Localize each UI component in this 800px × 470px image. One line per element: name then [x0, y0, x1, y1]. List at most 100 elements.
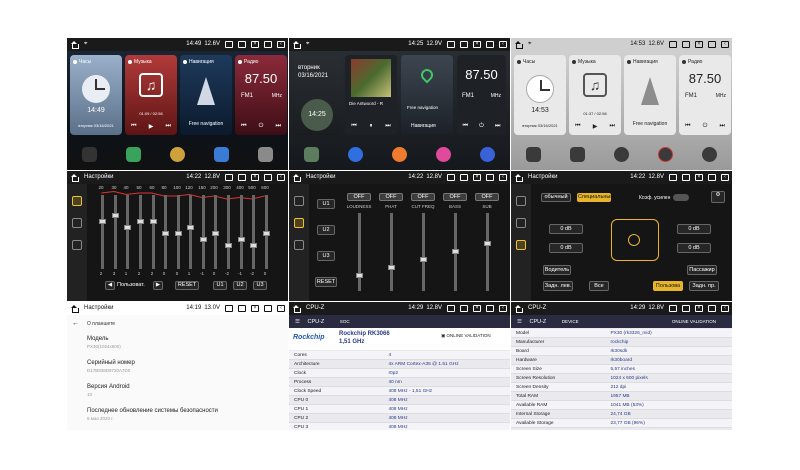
close-icon[interactable]: × — [251, 305, 259, 312]
next-icon[interactable]: ⏭ — [385, 123, 390, 130]
camera-icon[interactable] — [669, 305, 677, 312]
effect-slider[interactable] — [484, 213, 491, 291]
close-icon[interactable]: × — [473, 305, 481, 312]
balance-point-icon[interactable] — [628, 234, 640, 246]
volume-icon[interactable] — [460, 305, 468, 312]
back-arrow-icon[interactable]: ← — [72, 320, 79, 327]
preset-u2-button[interactable]: U2 — [233, 281, 247, 290]
effect-toggle-button[interactable]: OFF — [379, 193, 403, 201]
tab-device[interactable]: DEVICE — [562, 319, 579, 324]
volume-icon[interactable] — [682, 305, 690, 312]
eq-slider[interactable] — [124, 195, 131, 269]
back-icon[interactable]: ‹ — [499, 174, 507, 181]
reset-button[interactable]: RESET — [315, 277, 337, 287]
home-icon[interactable] — [292, 173, 301, 182]
music-card[interactable]: Музыка ♫ 01:09 / 02:56 ⏮ ▶ ⏭ — [125, 55, 177, 135]
equalizer-tab-icon[interactable] — [294, 196, 304, 206]
prev-icon[interactable]: ⏮ — [131, 123, 136, 130]
video-app-icon[interactable] — [391, 146, 407, 162]
play-icon[interactable]: ▶ — [593, 123, 598, 130]
back-icon[interactable]: ‹ — [277, 305, 285, 312]
about-item[interactable]: Модель PX30(1024x600) — [87, 336, 121, 349]
front-left-gain[interactable]: 0 dB — [549, 224, 583, 234]
effect-slider-knob[interactable] — [452, 249, 459, 254]
effect-toggle-button[interactable]: OFF — [475, 193, 499, 201]
window-icon[interactable] — [486, 305, 494, 312]
eq-slider[interactable] — [250, 195, 257, 269]
volume-icon[interactable] — [238, 305, 246, 312]
music-card[interactable]: Die Antwoord - R ⏮ ⏸ ⏭ — [345, 55, 397, 135]
close-icon[interactable]: × — [695, 41, 703, 48]
home-icon[interactable] — [514, 173, 523, 182]
eq-slider-knob[interactable] — [187, 225, 194, 230]
eq-slider-knob[interactable] — [150, 219, 157, 224]
settings-app-icon[interactable] — [258, 146, 274, 162]
eq-slider-knob[interactable] — [250, 243, 257, 248]
reset-button[interactable]: RESET — [175, 281, 199, 290]
eq-slider-knob[interactable] — [99, 219, 106, 224]
effect-slider[interactable] — [452, 213, 459, 291]
bluetooth-app-icon[interactable] — [347, 146, 363, 162]
navigation-card[interactable]: Free navigation Навигация — [401, 55, 453, 135]
prev-icon[interactable]: ⏮ — [685, 123, 690, 130]
window-icon[interactable] — [708, 174, 716, 181]
camera-icon[interactable] — [225, 305, 233, 312]
tab-soc[interactable]: SOC — [340, 319, 350, 324]
driver-seat-button[interactable]: Водитель — [543, 265, 571, 275]
effect-slider-knob[interactable] — [420, 257, 427, 262]
navigation-card[interactable]: Навигация Free navigation — [624, 55, 676, 135]
preset-u3-button[interactable]: U3 — [253, 281, 267, 290]
eq-slider-bank[interactable]: 20 2 30 3 40 1 50 2 60 2 80 0 100 0 120 1 150 -1 200 0 300 -2… — [95, 185, 271, 285]
radio-card[interactable]: Радио 87.50 FM1 MHz ⏮ ⏻ ⏭ — [235, 55, 287, 135]
volume-icon[interactable] — [460, 41, 468, 48]
volume-icon[interactable] — [682, 41, 690, 48]
effect-toggle-button[interactable]: OFF — [411, 193, 435, 201]
video-app-icon[interactable] — [169, 146, 185, 162]
home-icon[interactable] — [292, 40, 301, 49]
home-icon[interactable] — [514, 304, 523, 313]
window-icon[interactable] — [486, 174, 494, 181]
next-icon[interactable]: ⏭ — [276, 123, 281, 130]
window-icon[interactable] — [264, 174, 272, 181]
eq-slider-knob[interactable] — [137, 219, 144, 224]
effect-slider[interactable] — [388, 213, 395, 291]
effect-slider-knob[interactable] — [388, 265, 395, 270]
menu-icon[interactable]: ☰ — [517, 319, 522, 325]
eq-slider-knob[interactable] — [112, 213, 119, 218]
clock-card[interactable]: вторник 03/16/2021 14:25 — [293, 55, 341, 135]
close-icon[interactable]: × — [251, 41, 259, 48]
clock-card[interactable]: Часы 14:53 вторник 03/16/2021 — [514, 55, 566, 135]
eq-slider[interactable] — [150, 195, 157, 269]
effect-toggle-button[interactable]: OFF — [347, 193, 371, 201]
mode-special-button[interactable]: Специальный — [577, 193, 613, 202]
prev-icon[interactable]: ⏮ — [241, 123, 246, 130]
eq-slider-knob[interactable] — [263, 231, 270, 236]
camera-icon[interactable] — [225, 41, 233, 48]
back-icon[interactable]: ‹ — [721, 305, 729, 312]
next-icon[interactable]: ⏭ — [166, 123, 171, 130]
sound-field-tab-icon[interactable] — [294, 218, 304, 228]
phone-app-icon[interactable] — [569, 146, 585, 162]
next-preset-button[interactable]: ▶ — [153, 281, 163, 290]
preset-u2-button[interactable]: U2 — [317, 225, 335, 235]
eq-slider[interactable] — [99, 195, 106, 269]
power-icon[interactable]: ⏻ — [479, 123, 484, 130]
prev-icon[interactable]: ⏮ — [463, 123, 468, 130]
home-icon[interactable] — [70, 40, 79, 49]
effect-slider[interactable] — [420, 213, 427, 291]
music-card[interactable]: Музыка ♫ 01:37 / 02:56 ⏮ ▶ ⏭ — [569, 55, 621, 135]
settings-app-icon[interactable] — [480, 146, 496, 162]
rear-right-seat-button[interactable]: Задн. пр. — [689, 281, 719, 291]
eq-slider[interactable] — [238, 195, 245, 269]
equalizer-tab-icon[interactable] — [72, 196, 82, 206]
front-right-gain[interactable]: 0 dB — [677, 224, 711, 234]
home-icon[interactable] — [70, 173, 79, 182]
volume-icon[interactable] — [238, 41, 246, 48]
preset-u1-button[interactable]: U1 — [213, 281, 227, 290]
prev-icon[interactable]: ⏮ — [575, 123, 580, 130]
clock-card[interactable]: Часы 14:49 вторник 03/16/2021 — [70, 55, 122, 135]
eq-slider-knob[interactable] — [175, 231, 182, 236]
volume-icon[interactable] — [460, 174, 468, 181]
sound-field-tab-icon[interactable] — [516, 218, 526, 228]
close-icon[interactable]: × — [695, 305, 703, 312]
